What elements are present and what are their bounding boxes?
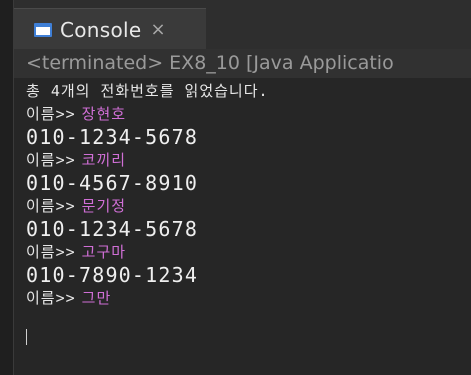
tab-console[interactable]: Console × — [14, 8, 206, 50]
phone-output-line: 010-1234-5678 — [26, 218, 199, 241]
prompt-label: 이름>> — [26, 151, 76, 169]
prompt-line: 이름>> 문기정 — [26, 195, 466, 218]
text-cursor — [26, 329, 27, 345]
prompt-label: 이름>> — [26, 289, 76, 307]
user-input-text: 코끼리 — [81, 151, 127, 169]
prompt-line: 이름>> 그만 — [26, 287, 466, 310]
view-tab-bar: Console × — [14, 0, 471, 50]
prompt-label: 이름>> — [26, 243, 76, 261]
console-header-line: 총 4개의 전화번호를 읽었습니다. — [26, 82, 269, 100]
close-icon[interactable]: × — [151, 20, 166, 39]
prompt-line: 이름>> 고구마 — [26, 241, 466, 264]
user-input-text: 장현호 — [81, 105, 127, 123]
phone-output-line: 010-7890-1234 — [26, 264, 199, 287]
user-input-text: 문기정 — [81, 197, 127, 215]
prompt-line: 이름>> 코끼리 — [26, 149, 466, 172]
phone-output-line: 010-4567-8910 — [26, 172, 199, 195]
tab-label: Console — [60, 17, 142, 42]
user-input-text: 고구마 — [81, 243, 127, 261]
prompt-label: 이름>> — [26, 105, 76, 123]
prompt-line: 이름>> 장현호 — [26, 103, 466, 126]
console-output[interactable]: 총 4개의 전화번호를 읽었습니다. 이름>> 장현호 010-1234-5678… — [26, 78, 466, 310]
launch-status: <terminated> EX8_10 [Java Applicatio — [14, 49, 471, 78]
user-input-text: 그만 — [81, 289, 112, 307]
console-icon — [34, 22, 52, 37]
console-view: Console × <terminated> EX8_10 [Java Appl… — [0, 0, 471, 375]
phone-output-line: 010-1234-5678 — [26, 126, 199, 149]
prompt-label: 이름>> — [26, 197, 76, 215]
editor-gutter — [0, 0, 14, 375]
